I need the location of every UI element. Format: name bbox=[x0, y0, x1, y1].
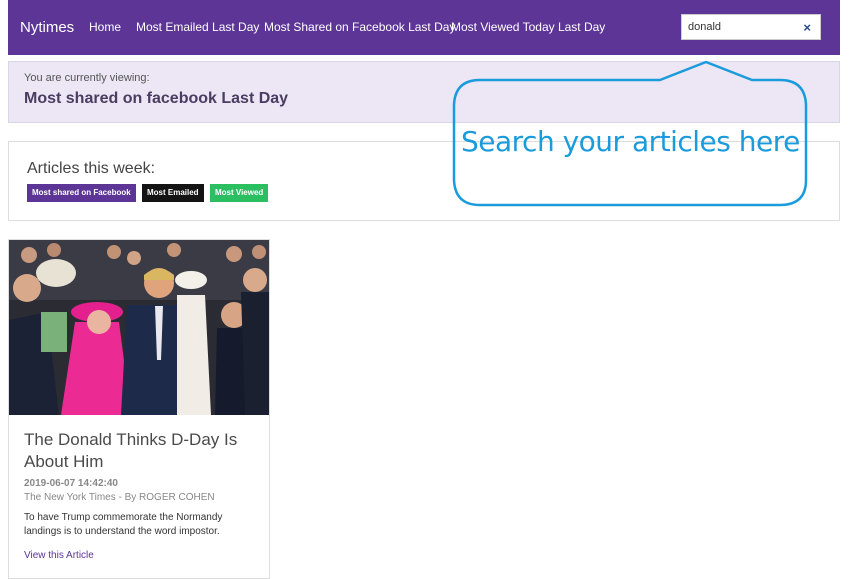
article-title[interactable]: The Donald Thinks D-Day Is About Him bbox=[24, 429, 264, 473]
article-byline: The New York Times - By ROGER COHEN bbox=[24, 492, 215, 503]
nav-most-emailed[interactable]: Most Emailed Last Day bbox=[136, 20, 259, 34]
view-article-link[interactable]: View this Article bbox=[24, 550, 94, 561]
current-view-label: You are currently viewing: bbox=[24, 72, 150, 84]
top-navbar: Nytimes Home Most Emailed Last Day Most … bbox=[8, 0, 840, 55]
current-view-title: Most shared on facebook Last Day bbox=[24, 90, 289, 107]
nav-most-viewed[interactable]: Most Viewed Today Last Day bbox=[451, 20, 605, 34]
search-box: × bbox=[681, 14, 821, 40]
badge-most-viewed[interactable]: Most Viewed bbox=[210, 184, 269, 202]
article-photo[interactable] bbox=[9, 240, 269, 415]
article-datetime: 2019-06-07 14:42:40 bbox=[24, 478, 118, 489]
callout-text: Search your articles here bbox=[461, 125, 800, 158]
clear-search-icon[interactable]: × bbox=[803, 20, 811, 35]
badge-most-shared-facebook[interactable]: Most shared on Facebook bbox=[27, 184, 136, 202]
article-description: To have Trump commemorate the Normandy l… bbox=[24, 512, 223, 537]
nav-most-shared-facebook[interactable]: Most Shared on Facebook Last Day bbox=[264, 20, 455, 34]
nav-home[interactable]: Home bbox=[89, 20, 121, 34]
articles-week-heading: Articles this week: bbox=[27, 160, 156, 177]
badge-most-emailed[interactable]: Most Emailed bbox=[142, 184, 204, 202]
article-photo-image bbox=[9, 240, 269, 415]
search-input[interactable] bbox=[688, 19, 788, 35]
article-card: The Donald Thinks D-Day Is About Him 201… bbox=[8, 239, 270, 579]
brand-link[interactable]: Nytimes bbox=[20, 19, 74, 36]
